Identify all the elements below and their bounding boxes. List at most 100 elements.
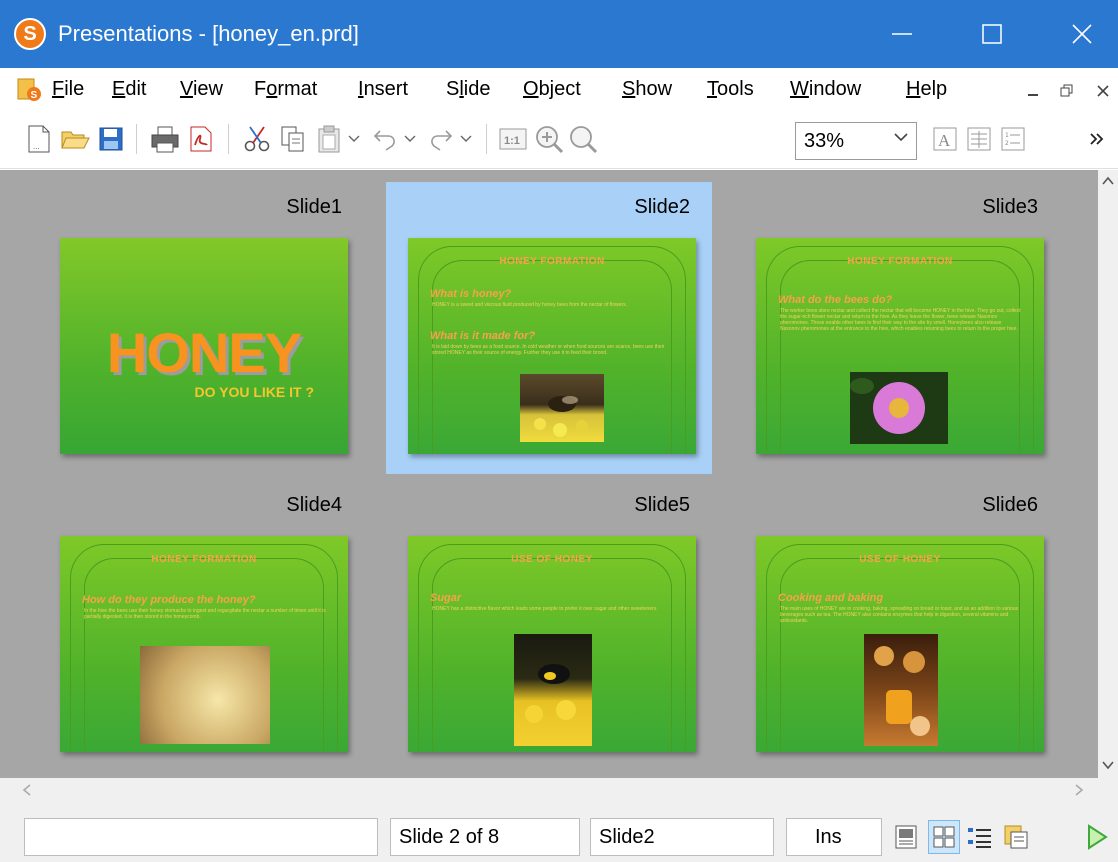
- numbering-button[interactable]: 12: [996, 122, 1030, 156]
- printer-icon: [151, 126, 179, 153]
- status-slide-position: Slide 2 of 8: [390, 818, 580, 856]
- doc-close-button[interactable]: [1092, 80, 1114, 102]
- horizontal-scrollbar[interactable]: [0, 778, 1118, 802]
- minimize-button[interactable]: [872, 10, 932, 58]
- menu-edit[interactable]: Edit: [112, 76, 146, 102]
- new-button[interactable]: ...: [22, 122, 56, 156]
- print-button[interactable]: [148, 122, 182, 156]
- cut-button[interactable]: [240, 122, 274, 156]
- slide-thumbnail-1[interactable]: HONEY DO YOU LIKE IT ?: [60, 238, 348, 454]
- slide-cell-2[interactable]: Slide2 HONEY FORMATION What is honey? HO…: [386, 182, 712, 474]
- slide-body: HONEY is a sweet and viscous fluid produ…: [432, 302, 628, 308]
- slide-body: The worker bees store nectar and collect…: [780, 308, 1021, 332]
- close-button[interactable]: [1052, 10, 1112, 58]
- zoom-100-button[interactable]: 1:1: [496, 122, 530, 156]
- slide-heading: What is it made for?: [430, 330, 536, 342]
- menu-object[interactable]: Object: [523, 76, 581, 102]
- menu-slide[interactable]: Slide: [446, 76, 491, 102]
- scroll-left-arrow-icon[interactable]: [22, 784, 32, 796]
- doc-minimize-button[interactable]: [1022, 80, 1044, 102]
- slide-label: Slide2: [634, 196, 690, 218]
- slide-label: Slide4: [286, 494, 342, 516]
- scissors-icon: [244, 126, 270, 152]
- undo-dropdown-arrow[interactable]: [402, 124, 418, 154]
- chevron-double-right-icon: [1090, 133, 1104, 145]
- slide-body: HONEY has a distinctive flavor which lea…: [432, 606, 658, 612]
- slide-title: USE OF HONEY: [859, 554, 941, 565]
- slide-body: The main uses of HONEY are in cooking, b…: [780, 606, 1019, 624]
- slide-thumbnail-6[interactable]: USE OF HONEY Cooking and baking The main…: [756, 536, 1044, 752]
- menu-view[interactable]: View: [180, 76, 223, 102]
- open-button[interactable]: [58, 122, 92, 156]
- normal-view-button[interactable]: [890, 820, 922, 854]
- menu-help[interactable]: Help: [906, 76, 947, 102]
- vertical-scrollbar[interactable]: [1098, 170, 1118, 778]
- scroll-right-arrow-icon[interactable]: [1074, 784, 1084, 796]
- slide-title: USE OF HONEY: [511, 554, 593, 565]
- redo-button[interactable]: [424, 122, 458, 156]
- save-button[interactable]: [94, 122, 128, 156]
- slide-body: It is laid down by bees as a food source…: [432, 344, 665, 356]
- table-button[interactable]: [962, 122, 996, 156]
- menu-insert[interactable]: Insert: [358, 76, 408, 102]
- slide-thumbnail-5[interactable]: USE OF HONEY Sugar HONEY has a distincti…: [408, 536, 696, 752]
- svg-text:A: A: [938, 131, 951, 150]
- menu-window[interactable]: Window: [790, 76, 861, 102]
- slide-picture: [514, 634, 592, 746]
- slide-subtitle: DO YOU LIKE IT ?: [194, 384, 314, 400]
- status-insert-mode[interactable]: Ins: [786, 818, 882, 856]
- maximize-button[interactable]: [962, 10, 1022, 58]
- window-title: Presentations - [honey_en.prd]: [58, 21, 359, 46]
- menu-file[interactable]: File: [52, 76, 84, 102]
- export-pdf-button[interactable]: [184, 122, 218, 156]
- paste-clipboard-icon: [318, 125, 340, 153]
- slide-thumbnail-4[interactable]: HONEY FORMATION How do they produce the …: [60, 536, 348, 752]
- slide-cell-6[interactable]: Slide6 USE OF HONEY Cooking and baking T…: [734, 480, 1060, 772]
- scroll-up-arrow-icon[interactable]: [1102, 176, 1114, 186]
- chevron-down-icon: [404, 135, 416, 142]
- toolbar-overflow-button[interactable]: [1082, 122, 1112, 156]
- menu-format[interactable]: Format: [254, 76, 317, 102]
- close-icon: [1072, 24, 1092, 44]
- zoom-select[interactable]: 33%: [795, 122, 917, 160]
- undo-button[interactable]: [368, 122, 402, 156]
- copy-button[interactable]: [276, 122, 310, 156]
- start-show-button[interactable]: [1082, 820, 1112, 854]
- title-bar: S Presentations - [honey_en.prd]: [0, 0, 1118, 68]
- zoom-out-button[interactable]: [566, 122, 600, 156]
- chevron-down-icon: [348, 135, 360, 142]
- svg-text:1:1: 1:1: [504, 135, 520, 147]
- text-frame-button[interactable]: A: [928, 122, 962, 156]
- slide-sorter-view-button[interactable]: [928, 820, 960, 854]
- status-slide-name: Slide2: [590, 818, 774, 856]
- minimize-icon: [1028, 94, 1038, 96]
- svg-text:2: 2: [1005, 140, 1009, 147]
- paste-button[interactable]: [312, 122, 346, 156]
- notes-view-button[interactable]: [1000, 820, 1032, 854]
- svg-text:...: ...: [33, 143, 40, 151]
- slide-thumbnail-2[interactable]: HONEY FORMATION What is honey? HONEY is …: [408, 238, 696, 454]
- slide-cell-4[interactable]: Slide4 HONEY FORMATION How do they produ…: [38, 480, 364, 772]
- copy-icon: [281, 126, 304, 152]
- zoom-in-button[interactable]: [532, 122, 566, 156]
- redo-dropdown-arrow[interactable]: [458, 124, 474, 154]
- menu-tools[interactable]: Tools: [707, 76, 754, 102]
- save-disk-icon: [99, 127, 123, 151]
- slide-cell-1[interactable]: Slide1 HONEY DO YOU LIKE IT ?: [38, 182, 364, 474]
- restore-icon: [1060, 84, 1073, 97]
- text-frame-icon: A: [933, 127, 957, 151]
- zoom-in-icon: [536, 126, 564, 154]
- doc-restore-button[interactable]: [1056, 80, 1078, 102]
- paste-dropdown-arrow[interactable]: [346, 124, 362, 154]
- slide-title: HONEY FORMATION: [847, 256, 953, 267]
- scroll-down-arrow-icon[interactable]: [1102, 760, 1114, 770]
- slide-heading: How do they produce the honey?: [82, 594, 256, 606]
- slide-cell-3[interactable]: Slide3 HONEY FORMATION What do the bees …: [734, 182, 1060, 474]
- slide-heading: Cooking and baking: [778, 592, 884, 604]
- slide-thumbnail-3[interactable]: HONEY FORMATION What do the bees do? The…: [756, 238, 1044, 454]
- slide-sorter: Slide1 HONEY DO YOU LIKE IT ? Slide2 HON…: [0, 170, 1098, 778]
- slide-cell-5[interactable]: Slide5 USE OF HONEY Sugar HONEY has a di…: [386, 480, 712, 772]
- redo-icon: [431, 130, 453, 151]
- menu-show[interactable]: Show: [622, 76, 672, 102]
- outline-view-button[interactable]: [964, 820, 996, 854]
